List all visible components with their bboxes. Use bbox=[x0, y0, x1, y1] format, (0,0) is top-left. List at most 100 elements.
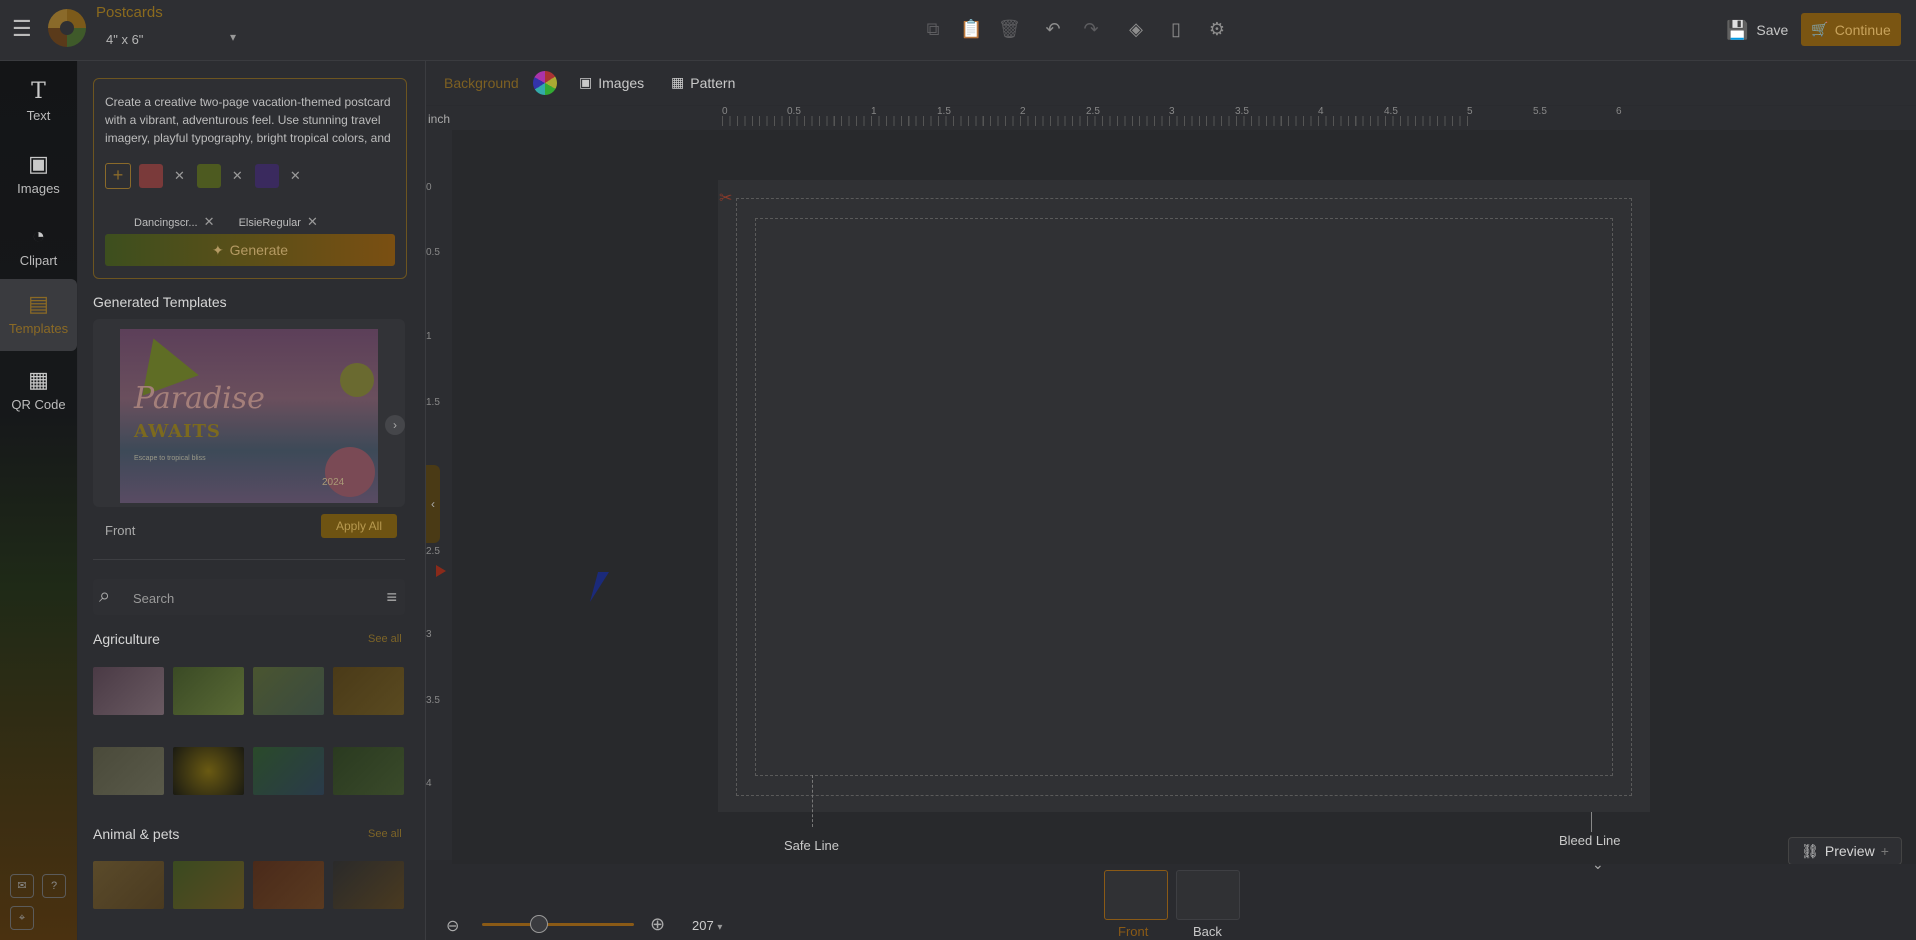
pattern-tab[interactable]: ▦ Pattern bbox=[671, 74, 735, 91]
paste-icon[interactable]: 📋 bbox=[960, 18, 982, 40]
ruler-tick-label: 2.5 bbox=[1086, 106, 1100, 117]
generated-templates-title: Generated Templates bbox=[93, 294, 227, 310]
images-tab-label: Images bbox=[598, 74, 645, 91]
ai-prompt-text[interactable]: Create a creative two-page vacation-them… bbox=[105, 93, 397, 153]
nav-footer: ✉ ? ⌖ bbox=[10, 874, 70, 930]
bleed-line-label: Bleed Line bbox=[1559, 833, 1621, 848]
template-thumbnail[interactable] bbox=[173, 861, 244, 909]
layers-icon[interactable]: ◈ bbox=[1125, 18, 1147, 40]
page-label-front: Front bbox=[1118, 924, 1149, 939]
zoom-in-icon[interactable]: ⊕ bbox=[650, 914, 665, 935]
template-search: ⌕ ≡ bbox=[93, 579, 405, 615]
page-label-back: Back bbox=[1193, 924, 1222, 939]
remove-icon[interactable]: ✕ bbox=[307, 214, 318, 229]
ruler-tick-label: 3 bbox=[1169, 106, 1175, 117]
ruler-tick-label: 1.5 bbox=[426, 397, 440, 408]
chevron-right-icon[interactable]: › bbox=[385, 415, 405, 435]
ruler-tick-label: 3.5 bbox=[426, 695, 440, 706]
zoom-slider[interactable] bbox=[482, 923, 634, 926]
nav-item-clipart[interactable]: ◔ Clipart bbox=[0, 217, 77, 279]
template-thumbnail[interactable] bbox=[93, 861, 164, 909]
duplicate-icon[interactable]: ⧉ bbox=[922, 18, 944, 40]
font-chip: ElsieRegular ✕ bbox=[239, 214, 322, 230]
preview-button[interactable]: ⛓ Preview + bbox=[1788, 837, 1902, 865]
ruler-tick-label: 6 bbox=[1616, 106, 1622, 117]
remove-icon[interactable]: ✕ bbox=[232, 168, 243, 184]
zoom-out-icon[interactable]: ⊖ bbox=[446, 916, 459, 936]
search-input[interactable] bbox=[131, 588, 365, 608]
generate-button[interactable]: ✦ Generate bbox=[105, 234, 395, 266]
undo-icon[interactable]: ↶ bbox=[1042, 18, 1064, 40]
template-preview[interactable]: Paradise AWAITS Escape to tropical bliss… bbox=[120, 329, 378, 503]
text-icon: T bbox=[31, 79, 46, 104]
page-thumbnail-back[interactable] bbox=[1176, 870, 1240, 920]
continue-button[interactable]: 🛒 Continue bbox=[1801, 13, 1901, 46]
chevron-up-icon[interactable]: ⌄ bbox=[1592, 856, 1604, 873]
location-icon[interactable]: ⌖ bbox=[10, 906, 34, 930]
color-swatch[interactable] bbox=[196, 164, 221, 188]
image-icon: ▣ bbox=[28, 151, 49, 176]
nav-item-text[interactable]: T Text bbox=[0, 73, 77, 135]
zoom-select[interactable]: 207 ▾ bbox=[692, 918, 722, 933]
help-icon[interactable]: ? bbox=[42, 874, 66, 898]
font-chip-label: Dancingscr... bbox=[134, 217, 198, 229]
delete-icon[interactable]: 🗑 bbox=[998, 18, 1021, 40]
generated-template-card[interactable]: Paradise AWAITS Escape to tropical bliss… bbox=[93, 319, 405, 507]
chat-icon[interactable]: ✉ bbox=[10, 874, 34, 898]
menu-icon[interactable]: ☰ bbox=[12, 18, 34, 40]
template-thumbnail[interactable] bbox=[93, 667, 164, 715]
collapse-panel-handle[interactable]: ‹ bbox=[426, 465, 440, 543]
color-swatch[interactable] bbox=[139, 164, 163, 188]
template-thumbnail[interactable] bbox=[333, 861, 404, 909]
ruler-tick-label: 5.5 bbox=[1533, 106, 1547, 117]
template-thumbnail[interactable] bbox=[93, 747, 164, 795]
apply-all-button[interactable]: Apply All bbox=[321, 514, 397, 538]
filter-icon[interactable]: ≡ bbox=[386, 587, 397, 608]
grid-icon: ▦ bbox=[671, 74, 685, 90]
page-thumbnail-front[interactable] bbox=[1104, 870, 1168, 920]
template-thumbnail[interactable] bbox=[253, 667, 324, 715]
nav-item-qr-code[interactable]: ▦ QR Code bbox=[0, 361, 77, 423]
template-thumbnail[interactable] bbox=[333, 747, 404, 795]
add-color-button[interactable]: + bbox=[105, 163, 131, 189]
settings-icon[interactable]: ⚙ bbox=[1206, 18, 1228, 40]
remove-icon[interactable]: ✕ bbox=[174, 168, 185, 184]
size-select[interactable]: 4" x 6" ▾ bbox=[106, 30, 236, 47]
font-chip-label: ElsieRegular bbox=[238, 217, 301, 229]
template-thumbnail[interactable] bbox=[253, 861, 324, 909]
divider bbox=[93, 559, 405, 560]
plus-icon[interactable]: + bbox=[1881, 843, 1889, 859]
save-button[interactable]: 💾 Save bbox=[1726, 16, 1788, 44]
see-all-link[interactable]: See all bbox=[368, 633, 402, 645]
file-icon[interactable]: ▯ bbox=[1165, 18, 1187, 40]
color-swatch[interactable] bbox=[254, 164, 279, 188]
template-thumbnail[interactable] bbox=[173, 667, 244, 715]
color-picker-icon[interactable] bbox=[533, 71, 557, 95]
nav-label: QR Code bbox=[11, 397, 66, 412]
ruler-ticks bbox=[722, 116, 1474, 126]
images-tab[interactable]: ▣ Images bbox=[579, 74, 644, 91]
background-tab[interactable]: Background bbox=[444, 75, 519, 91]
template-side-label: Front bbox=[105, 523, 136, 538]
template-thumbnail[interactable] bbox=[173, 747, 244, 795]
ruler-tick-label: 0.5 bbox=[787, 106, 801, 117]
redo-icon[interactable]: ↷ bbox=[1080, 18, 1102, 40]
safe-boundary bbox=[755, 218, 1613, 776]
qr-code-icon: ▦ bbox=[28, 367, 49, 392]
remove-icon[interactable]: ✕ bbox=[290, 168, 301, 184]
template-thumbnail[interactable] bbox=[253, 747, 324, 795]
nav-item-images[interactable]: ▣ Images bbox=[0, 145, 77, 207]
pattern-tab-label: Pattern bbox=[690, 74, 736, 91]
template-preview-year: 2024 bbox=[322, 477, 345, 488]
template-preview-subtitle: AWAITS bbox=[134, 421, 221, 442]
remove-icon[interactable]: ✕ bbox=[204, 214, 215, 229]
nav-label: Templates bbox=[8, 321, 69, 336]
zoom-slider-handle[interactable] bbox=[530, 915, 548, 933]
nav-item-templates[interactable]: ▤ Templates bbox=[0, 279, 77, 351]
ruler-tick-label: 3.5 bbox=[1235, 106, 1249, 117]
bleed-line-pointer bbox=[1591, 812, 1592, 832]
template-thumbnail[interactable] bbox=[333, 667, 404, 715]
see-all-link[interactable]: See all bbox=[368, 828, 402, 840]
safe-line-pointer bbox=[812, 775, 814, 827]
ai-generate-box: Create a creative two-page vacation-them… bbox=[93, 78, 407, 279]
